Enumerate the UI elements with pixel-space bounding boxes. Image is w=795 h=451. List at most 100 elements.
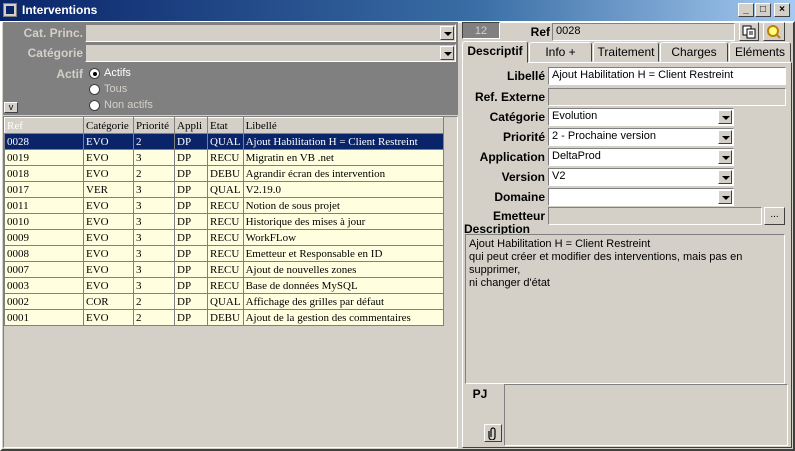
table-row[interactable]: 0002 COR 2 DP QUAL Affichage des grilles par … (4, 293, 444, 310)
table-cell: 2 (133, 133, 175, 150)
table-cell: EVO (83, 277, 134, 294)
table-cell: DP (174, 229, 208, 246)
table-row[interactable]: 0019 EVO 3 DP RECU Migratin en VB .net (4, 149, 444, 166)
table-cell: 0011 (4, 197, 84, 214)
emetteur-field[interactable] (548, 207, 762, 225)
table-cell: DP (174, 181, 208, 198)
categorie-value: Evolution (552, 110, 598, 122)
table-cell: Notion de sous projet (242, 197, 444, 214)
categorie-label: Catégorie (489, 110, 545, 124)
col-header-priorite[interactable]: Priorité (133, 117, 175, 134)
radio-actifs[interactable] (89, 68, 100, 79)
attachments-list[interactable] (504, 384, 788, 446)
interventions-table[interactable]: Ref Catégorie Priorité Appli Etat Libell… (3, 116, 458, 448)
chevron-down-icon[interactable] (718, 110, 732, 124)
domaine-field[interactable] (548, 188, 734, 206)
radio-non-actifs[interactable] (89, 100, 100, 111)
categorie-field[interactable]: Evolution (548, 108, 734, 126)
description-line: qui peut créer et modifier des intervent… (469, 251, 743, 276)
col-header-libelle[interactable]: Libellé (242, 117, 444, 134)
ref-externe-field[interactable] (548, 88, 786, 106)
table-cell: 3 (133, 229, 175, 246)
app-icon (3, 3, 17, 17)
tab-traitement[interactable]: Traitement (593, 42, 659, 62)
chevron-down-icon[interactable] (718, 150, 732, 164)
table-row[interactable]: 0011 EVO 3 DP RECU Notion de sous projet (4, 197, 444, 214)
table-cell: Migratin en VB .net (242, 149, 444, 166)
categorie-select[interactable] (85, 44, 456, 62)
table-row[interactable]: 0017 VER 3 DP QUAL V2.19.0 (4, 181, 444, 198)
table-cell: RECU (207, 197, 244, 214)
table-cell: DP (174, 309, 208, 326)
table-row[interactable]: 0003 EVO 3 DP RECU Base de données MySQL (4, 277, 444, 294)
table-cell: Agrandir écran des intervention (242, 165, 444, 182)
application-field[interactable]: DeltaProd (548, 148, 734, 166)
col-header-appli[interactable]: Appli (174, 117, 208, 134)
libelle-label: Libellé (506, 69, 545, 83)
col-header-categorie[interactable]: Catégorie (83, 117, 134, 134)
ref-externe-label: Ref. Externe (474, 90, 545, 104)
chevron-down-icon[interactable] (718, 130, 732, 144)
table-cell: 0001 (4, 309, 84, 326)
radio-actifs-label[interactable]: Actifs (104, 67, 131, 79)
attach-button[interactable] (484, 424, 502, 442)
chevron-down-icon[interactable] (718, 190, 732, 204)
table-row[interactable]: 0010 EVO 3 DP RECU Historique des mises à jou… (4, 213, 444, 230)
priorite-field[interactable]: 2 - Prochaine version (548, 128, 734, 146)
close-button[interactable]: × (774, 3, 790, 17)
copy-button[interactable] (739, 22, 759, 41)
radio-non-actifs-label[interactable]: Non actifs (104, 99, 153, 111)
table-row[interactable]: 0028 EVO 2 DP QUAL Ajout Habilitation H = Cli… (4, 133, 444, 150)
minimize-button[interactable]: _ (738, 3, 754, 17)
table-cell: 0028 (4, 133, 84, 150)
table-cell: Historique des mises à jour (242, 213, 444, 230)
emetteur-label: Emetteur (492, 209, 545, 223)
table-cell: Affichage des grilles par défaut (242, 293, 444, 310)
tab-info-plus[interactable]: Info + (529, 42, 592, 62)
actif-label: Actif (56, 67, 83, 81)
chevron-down-icon[interactable] (718, 170, 732, 184)
tab-descriptif[interactable]: Descriptif (462, 41, 528, 63)
chevron-down-icon[interactable] (440, 46, 454, 60)
title-bar[interactable]: Interventions _ □ × (0, 0, 795, 21)
table-cell: 0008 (4, 245, 84, 262)
cat-princ-select[interactable] (85, 24, 456, 42)
table-row[interactable]: 0018 EVO 2 DP DEBU Agrandir écran des interve… (4, 165, 444, 182)
table-cell: RECU (207, 229, 244, 246)
table-cell: 3 (133, 245, 175, 262)
libelle-field[interactable]: Ajout Habilitation H = Client Restreint (548, 67, 786, 85)
search-button[interactable] (763, 22, 785, 41)
table-cell: DP (174, 165, 208, 182)
ref-field[interactable]: 0028 (552, 23, 735, 41)
search-icon (767, 25, 781, 39)
table-cell: RECU (207, 213, 244, 230)
table-cell: 3 (133, 213, 175, 230)
description-line: ni changer d'état (469, 277, 550, 289)
version-field[interactable]: V2 (548, 168, 734, 186)
table-row[interactable]: 0009 EVO 3 DP RECU WorkFLow (4, 229, 444, 246)
emetteur-browse-button[interactable]: ... (764, 207, 785, 225)
table-cell: 0019 (4, 149, 84, 166)
description-line: Ajout Habilitation H = Client Restreint (469, 238, 651, 250)
table-cell: 0002 (4, 293, 84, 310)
chevron-down-icon[interactable] (440, 26, 454, 40)
table-row[interactable]: 0007 EVO 3 DP RECU Ajout de nouvelles zones (4, 261, 444, 278)
description-field[interactable]: Ajout Habilitation H = Client Restreint … (465, 234, 785, 384)
tab-charges[interactable]: Charges (660, 42, 728, 62)
radio-tous[interactable] (89, 84, 100, 95)
table-cell: DP (174, 293, 208, 310)
table-row[interactable]: 0001 EVO 2 DP DEBU Ajout de la gestion des co… (4, 309, 444, 326)
radio-tous-label[interactable]: Tous (104, 83, 127, 95)
table-cell: DEBU (207, 165, 244, 182)
expand-button[interactable]: v (4, 102, 18, 113)
table-cell: DP (174, 133, 208, 150)
tab-elements[interactable]: Eléments (729, 42, 791, 62)
col-header-ref[interactable]: Ref (4, 117, 84, 134)
window-title: Interventions (22, 3, 98, 17)
col-header-etat[interactable]: Etat (207, 117, 244, 134)
table-cell: COR (83, 293, 134, 310)
table-row[interactable]: 0008 EVO 3 DP RECU Emetteur et Responsable en… (4, 245, 444, 262)
table-cell: DP (174, 197, 208, 214)
maximize-button[interactable]: □ (755, 3, 771, 17)
table-cell: 3 (133, 261, 175, 278)
